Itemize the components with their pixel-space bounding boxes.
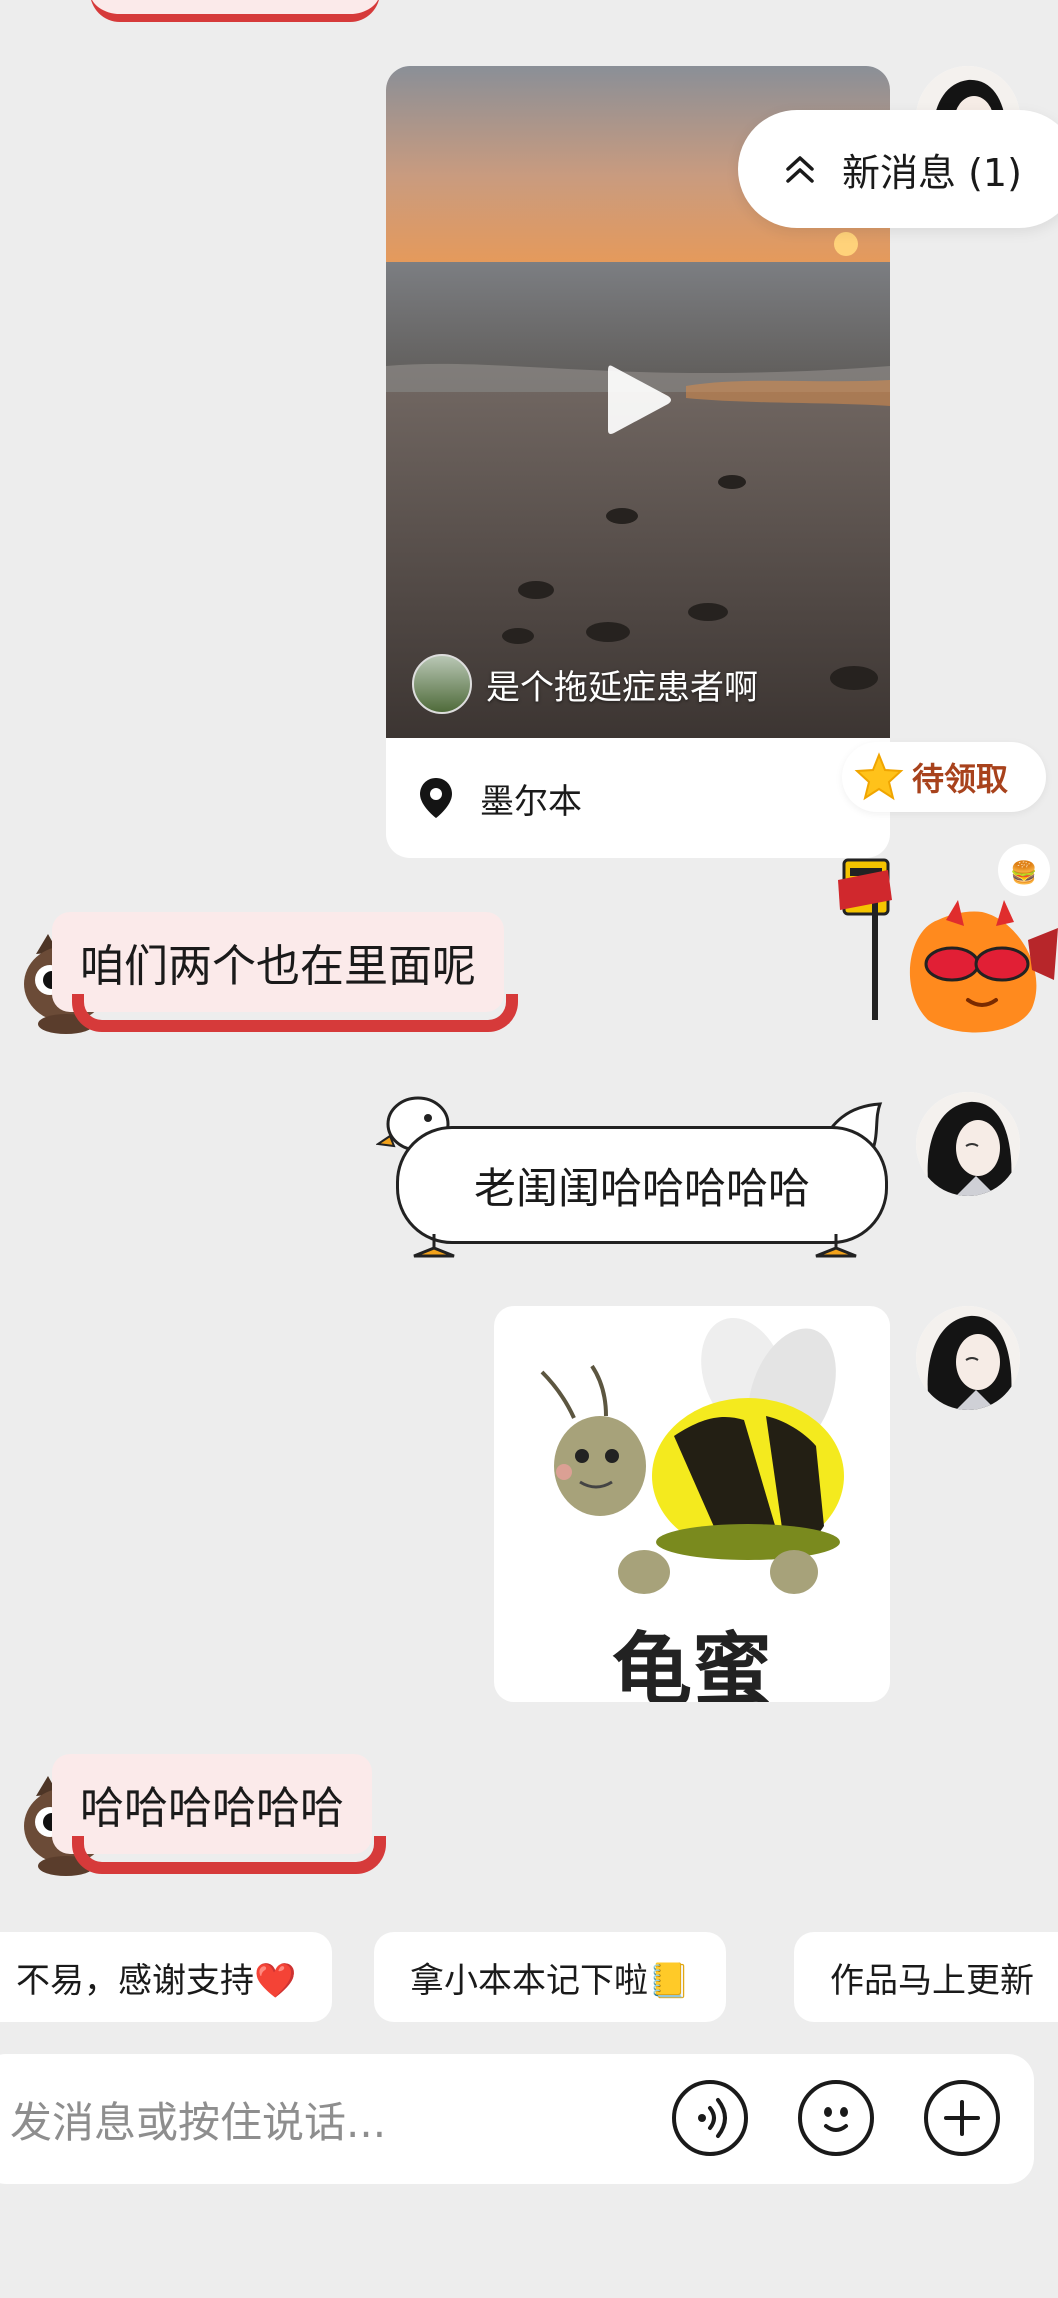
message-text: 哈哈哈哈哈哈: [80, 1783, 344, 1834]
my-avatar[interactable]: [916, 1306, 1020, 1410]
location-pin-icon: [420, 778, 452, 818]
chevron-up-icon: [786, 156, 814, 183]
plus-icon: [944, 2100, 980, 2136]
star-icon: [854, 752, 904, 801]
quick-reply-chip[interactable]: 拿小本本记下啦📒: [374, 1932, 727, 2022]
location-row[interactable]: 墨尔本: [386, 738, 890, 858]
location-text: 墨尔本: [480, 781, 582, 822]
message-text: 老闺闺哈哈哈哈哈: [473, 1163, 810, 1213]
play-icon[interactable]: [604, 360, 674, 440]
emoji-icon: [824, 2107, 848, 2132]
voice-icon: [698, 2098, 727, 2138]
voice-button[interactable]: [672, 2080, 748, 2156]
turtle-bee-sticker-image: [540, 1317, 844, 1594]
friend-message-bubble[interactable]: 咱们两个也在里面呢: [52, 912, 518, 1032]
author-name: 是个拖延症患者啊: [486, 667, 758, 708]
message-text: 咱们两个也在里面呢: [80, 941, 476, 992]
message-input[interactable]: 发消息或按住说话...: [10, 2054, 386, 2184]
quick-reply-text: 作品马上更新: [830, 1960, 1034, 2001]
quick-reply-text: 拿小本本记下啦📒: [410, 1960, 691, 2001]
emoji-button[interactable]: [798, 2080, 874, 2156]
goose-feet-right: [806, 1234, 866, 1258]
message-input-bar[interactable]: 发消息或按住说话...: [0, 2054, 1034, 2184]
pending-reward-button[interactable]: 待领取: [842, 742, 1046, 812]
my-message-bubble[interactable]: 老闺闺哈哈哈哈哈: [396, 1126, 888, 1244]
new-message-label: 新消息 (1): [842, 150, 1022, 195]
sticker-caption: 龟蜜: [612, 1624, 772, 1702]
quick-reply-chip[interactable]: 不易，感谢支持❤️: [0, 1932, 333, 2022]
add-button[interactable]: [924, 2080, 1000, 2156]
author-avatar[interactable]: [412, 654, 472, 714]
video-author[interactable]: 是个拖延症患者啊: [412, 654, 758, 714]
sticker-message[interactable]: 龟蜜: [494, 1306, 890, 1702]
friend-message-bubble[interactable]: 哈哈哈哈哈哈: [52, 1754, 386, 1874]
quick-reply-text: 不易，感谢支持❤️: [16, 1960, 297, 2001]
devil-mascot-sticker[interactable]: 🍔: [818, 840, 1058, 1040]
pending-reward-label: 待领取: [912, 760, 1009, 798]
goose-feet-left: [404, 1234, 464, 1258]
svg-text:🍔: 🍔: [1010, 860, 1037, 886]
my-avatar[interactable]: [916, 1092, 1020, 1196]
previous-message-bubble: [90, 0, 380, 22]
quick-reply-chip[interactable]: 作品马上更新: [794, 1932, 1058, 2022]
new-message-button[interactable]: 新消息 (1): [738, 110, 1058, 228]
